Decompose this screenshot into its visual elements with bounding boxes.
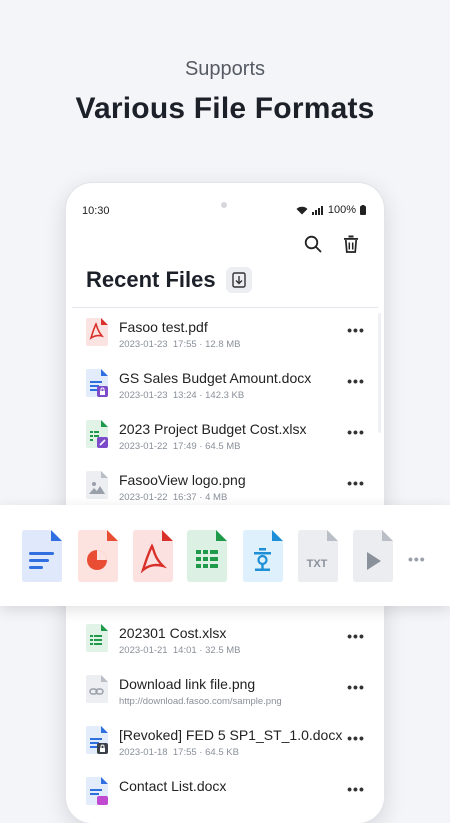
file-row[interactable]: Download link file.png http://download.f… [66, 664, 384, 715]
more-options-button[interactable]: ••• [346, 731, 366, 745]
phone-screen: 10:30 100% Recent Files Fasoo test.pdf 2… [66, 183, 384, 823]
file-meta: 2023-01-23 17:55 · 12.8 MB [119, 339, 241, 350]
txt-format-icon: TXT [298, 530, 338, 582]
file-row[interactable]: 202301 Cost.xlsx 2023-01-21 14:01 · 32.5… [66, 613, 384, 664]
search-icon [304, 235, 322, 253]
hero-title: Various File Formats [75, 92, 375, 125]
search-button[interactable] [302, 233, 324, 255]
download-icon [231, 272, 246, 288]
file-meta: 2023-01-18 17:55 · 64.5 KB [119, 747, 239, 758]
more-options-button[interactable]: ••• [346, 425, 366, 439]
signal-icon [311, 205, 323, 215]
file-name: 2023 Project Budget Cost.xlsx [119, 421, 307, 437]
docx-file-icon [86, 777, 108, 805]
supported-formats-band: TXT ••• [0, 505, 450, 606]
title-row: Recent Files [86, 267, 252, 293]
video-format-icon [353, 530, 393, 582]
hwp-format-icon [243, 530, 283, 582]
delete-button[interactable] [340, 233, 362, 255]
docx-format-icon [22, 530, 62, 582]
more-options-button[interactable]: ••• [346, 629, 366, 643]
pptx-format-icon [78, 530, 118, 582]
more-icon: ••• [347, 373, 365, 389]
trash-icon [344, 235, 358, 253]
more-icon: ••• [347, 679, 365, 695]
more-icon: ••• [347, 322, 365, 338]
file-url: http://download.fasoo.com/sample.png [119, 696, 282, 707]
file-row[interactable]: 2023 Project Budget Cost.xlsx 2023-01-22… [66, 409, 384, 460]
image-file-icon [86, 471, 108, 499]
file-row[interactable]: FasooView logo.png 2023-01-22 16:37 · 4 … [66, 460, 384, 511]
file-meta: 2023-01-21 14:01 · 32.5 MB [119, 645, 241, 656]
status-icons: 100% [296, 204, 366, 216]
wifi-icon [296, 206, 308, 214]
more-icon: ••• [347, 628, 365, 644]
page-title: Recent Files [86, 267, 216, 292]
more-icon: ••• [347, 424, 365, 440]
status-time: 10:30 [82, 205, 110, 217]
file-row[interactable]: GS Sales Budget Amount.docx 2023-01-23 1… [66, 358, 384, 409]
pdf-format-icon [133, 530, 173, 582]
more-options-button[interactable]: ••• [346, 782, 366, 796]
txt-format-label: TXT [307, 558, 328, 570]
pdf-file-icon [86, 318, 108, 346]
file-row[interactable]: Fasoo test.pdf 2023-01-23 17:55 · 12.8 M… [66, 307, 384, 358]
file-row[interactable]: Contact List.docx ••• [66, 766, 384, 817]
download-button[interactable] [225, 267, 252, 293]
file-name: GS Sales Budget Amount.docx [119, 370, 312, 386]
docx-file-icon [86, 369, 108, 397]
more-formats-icon: ••• [408, 551, 426, 567]
more-icon: ••• [347, 781, 365, 797]
camera-dot [221, 202, 227, 208]
file-name: FasooView logo.png [119, 472, 246, 488]
file-name: Fasoo test.pdf [119, 319, 208, 335]
top-actions [302, 233, 362, 255]
battery-icon [360, 205, 366, 215]
file-meta: 2023-01-22 16:37 · 4 MB [119, 492, 228, 503]
more-options-button[interactable]: ••• [346, 374, 366, 388]
file-meta: 2023-01-22 17:49 · 64.5 MB [119, 441, 241, 452]
xlsx-format-icon [187, 530, 227, 582]
file-name: [Revoked] FED 5 SP1_ST_1.0.docx [119, 727, 343, 743]
docx-file-icon [86, 726, 108, 754]
file-name: 202301 Cost.xlsx [119, 625, 227, 641]
battery-percent: 100% [327, 204, 356, 216]
more-options-button[interactable]: ••• [346, 323, 366, 337]
link-file-icon [86, 675, 108, 703]
more-icon: ••• [347, 475, 365, 491]
file-meta: 2023-01-23 13:24 · 142.3 KB [119, 390, 245, 401]
more-icon: ••• [347, 730, 365, 746]
more-options-button[interactable]: ••• [346, 476, 366, 490]
file-row[interactable]: [Revoked] FED 5 SP1_ST_1.0.docx 2023-01-… [66, 715, 384, 766]
file-name: Contact List.docx [119, 778, 227, 794]
more-options-button[interactable]: ••• [346, 680, 366, 694]
xlsx-file-icon [86, 420, 108, 448]
file-name: Download link file.png [119, 676, 256, 692]
hero-subtitle: Supports [184, 58, 266, 80]
xlsx-file-icon [86, 624, 108, 652]
